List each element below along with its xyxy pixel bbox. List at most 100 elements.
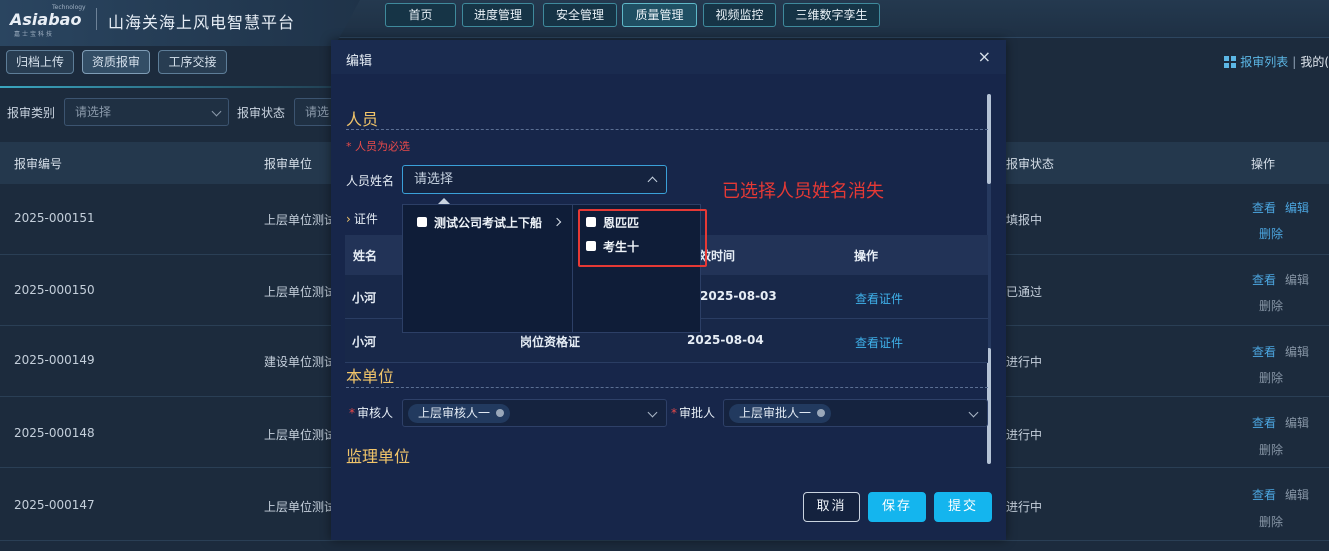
cascader-divider bbox=[572, 205, 573, 332]
view-certificate-link[interactable]: 查看证件 bbox=[855, 290, 903, 307]
reviewer-tag: 上层审核人一 bbox=[408, 404, 511, 423]
brand-area: Asiabao Technology 嘉士宝科技 山海关海上风电智慧平台 bbox=[0, 0, 360, 46]
edit-link[interactable]: 编辑 bbox=[1285, 414, 1309, 431]
my-link[interactable]: 我的( bbox=[1300, 55, 1329, 69]
tab-archive-upload[interactable]: 归档上传 bbox=[6, 50, 74, 74]
nav-safety[interactable]: 安全管理 bbox=[543, 3, 617, 27]
person-name-label: 人员姓名 bbox=[346, 174, 395, 188]
approver-tag: 上层审批人一 bbox=[729, 404, 832, 423]
cell-status: 进行中 bbox=[1006, 428, 1043, 442]
th-id: 报审编号 bbox=[14, 157, 63, 171]
th-unit: 报审单位 bbox=[264, 157, 313, 171]
delete-link[interactable]: 删除 bbox=[1259, 297, 1283, 314]
person-name-placeholder: 请选择 bbox=[414, 172, 454, 187]
filter-type-label: 报审类别 bbox=[7, 106, 56, 120]
delete-link[interactable]: 删除 bbox=[1259, 225, 1283, 242]
cancel-button[interactable]: 取消 bbox=[803, 492, 860, 522]
save-button[interactable]: 保存 bbox=[868, 492, 926, 522]
chevron-down-icon bbox=[647, 407, 658, 418]
cell-unit: 上层单位测试 bbox=[264, 428, 337, 442]
filter-status-select[interactable]: 请选 bbox=[294, 98, 334, 126]
app-title: 山海关海上风电智慧平台 bbox=[108, 13, 296, 32]
nav-video[interactable]: 视频监控 bbox=[703, 3, 776, 27]
checkbox-icon[interactable] bbox=[417, 217, 427, 227]
cell-unit: 建设单位测试 bbox=[264, 355, 337, 369]
view-link[interactable]: 查看 bbox=[1252, 414, 1276, 431]
nav-digital-twin[interactable]: 三维数字孪生 bbox=[783, 3, 880, 27]
cell-id: 2025-000151 bbox=[14, 211, 95, 225]
delete-link[interactable]: 删除 bbox=[1259, 369, 1283, 386]
right-links: 报审列表 | 我的( bbox=[1224, 53, 1329, 70]
view-link[interactable]: 查看 bbox=[1252, 343, 1276, 360]
company-logo: Asiabao Technology 嘉士宝科技 bbox=[10, 4, 90, 38]
edit-link[interactable]: 编辑 bbox=[1285, 271, 1309, 288]
cell-status: 已通过 bbox=[1006, 285, 1043, 299]
approver-select[interactable]: 上层审批人一 bbox=[723, 399, 988, 427]
delete-link[interactable]: 删除 bbox=[1259, 441, 1283, 458]
logo-tech-text: Technology bbox=[52, 4, 86, 11]
remove-tag-icon[interactable] bbox=[817, 409, 826, 417]
approver-tag-text: 上层审批人一 bbox=[739, 406, 812, 420]
edit-link[interactable]: 编辑 bbox=[1285, 343, 1309, 360]
link-separator: | bbox=[1292, 55, 1297, 69]
section-divider bbox=[346, 387, 988, 388]
th-name: 姓名 bbox=[353, 249, 378, 263]
person-name-select[interactable]: 请选择 bbox=[402, 165, 667, 194]
certificate-label: › 证件 bbox=[346, 210, 378, 227]
th-status: 报审状态 bbox=[1006, 157, 1055, 171]
delete-link[interactable]: 删除 bbox=[1259, 513, 1283, 530]
view-link[interactable]: 查看 bbox=[1252, 271, 1276, 288]
cell-unit: 上层单位测试 bbox=[264, 213, 337, 227]
tab-qualification-review[interactable]: 资质报审 bbox=[82, 50, 150, 74]
chevron-down-icon bbox=[968, 407, 979, 418]
view-certificate-link[interactable]: 查看证件 bbox=[855, 334, 903, 351]
cascader-group-label: 测试公司考试上下船 bbox=[434, 216, 543, 230]
nav-progress[interactable]: 进度管理 bbox=[462, 3, 534, 27]
submit-button[interactable]: 提交 bbox=[934, 492, 992, 522]
certificate-label-text: 证件 bbox=[353, 212, 378, 226]
chevron-down-icon bbox=[211, 106, 222, 117]
bullet-icon: › bbox=[346, 212, 351, 226]
grid-icon bbox=[1224, 56, 1237, 68]
reviewer-label: * 审核人 bbox=[349, 406, 394, 420]
edit-link[interactable]: 编辑 bbox=[1285, 486, 1309, 503]
cell-status: 进行中 bbox=[1006, 500, 1043, 514]
approver-label: * 审批人 bbox=[671, 406, 716, 420]
cell-id: 2025-000150 bbox=[14, 283, 95, 297]
cell-unit: 上层单位测试 bbox=[264, 500, 337, 514]
close-icon[interactable]: × bbox=[978, 47, 991, 66]
filter-type-select[interactable]: 请选择 bbox=[64, 98, 229, 126]
cell-unit: 上层单位测试 bbox=[264, 285, 337, 299]
section-personnel-title: 人员 bbox=[346, 110, 379, 129]
nav-quality[interactable]: 质量管理 bbox=[622, 3, 697, 27]
cert-cell-time: 2025-08-04 bbox=[687, 333, 764, 347]
chevron-up-icon bbox=[647, 176, 658, 187]
reviewer-tag-text: 上层审核人一 bbox=[418, 406, 491, 420]
cert-cell-name: 小河 bbox=[352, 335, 377, 349]
edit-link[interactable]: 编辑 bbox=[1285, 199, 1309, 216]
th-cert-ops: 操作 bbox=[854, 249, 879, 263]
th-ops: 操作 bbox=[1251, 157, 1276, 171]
remove-tag-icon[interactable] bbox=[496, 409, 505, 417]
cell-id: 2025-000147 bbox=[14, 498, 95, 512]
logo-text: Asiabao bbox=[10, 10, 82, 29]
section-divider bbox=[346, 129, 988, 130]
cell-id: 2025-000148 bbox=[14, 426, 95, 440]
modal-header: 编辑 × bbox=[331, 40, 1006, 74]
logo-sub-text: 嘉士宝科技 bbox=[14, 31, 55, 38]
nav-home[interactable]: 首页 bbox=[385, 3, 456, 27]
chevron-right-icon bbox=[552, 217, 562, 227]
reviewer-select[interactable]: 上层审核人一 bbox=[402, 399, 667, 427]
reviewer-label-text: 审核人 bbox=[357, 406, 394, 420]
tab-process-handover[interactable]: 工序交接 bbox=[158, 50, 227, 74]
cert-cell-type: 岗位资格证 bbox=[520, 335, 581, 349]
view-link[interactable]: 查看 bbox=[1252, 486, 1276, 503]
view-link[interactable]: 查看 bbox=[1252, 199, 1276, 216]
section-own-unit-title: 本单位 bbox=[346, 367, 395, 386]
required-note: * 人员为必选 bbox=[346, 140, 410, 153]
report-list-link[interactable]: 报审列表 bbox=[1240, 55, 1288, 69]
annotation-text: 已选择人员姓名消失 bbox=[722, 181, 884, 202]
approver-label-text: 审批人 bbox=[679, 406, 716, 420]
cell-status: 进行中 bbox=[1006, 355, 1043, 369]
modal-scrollbar-thumb[interactable] bbox=[987, 94, 991, 184]
